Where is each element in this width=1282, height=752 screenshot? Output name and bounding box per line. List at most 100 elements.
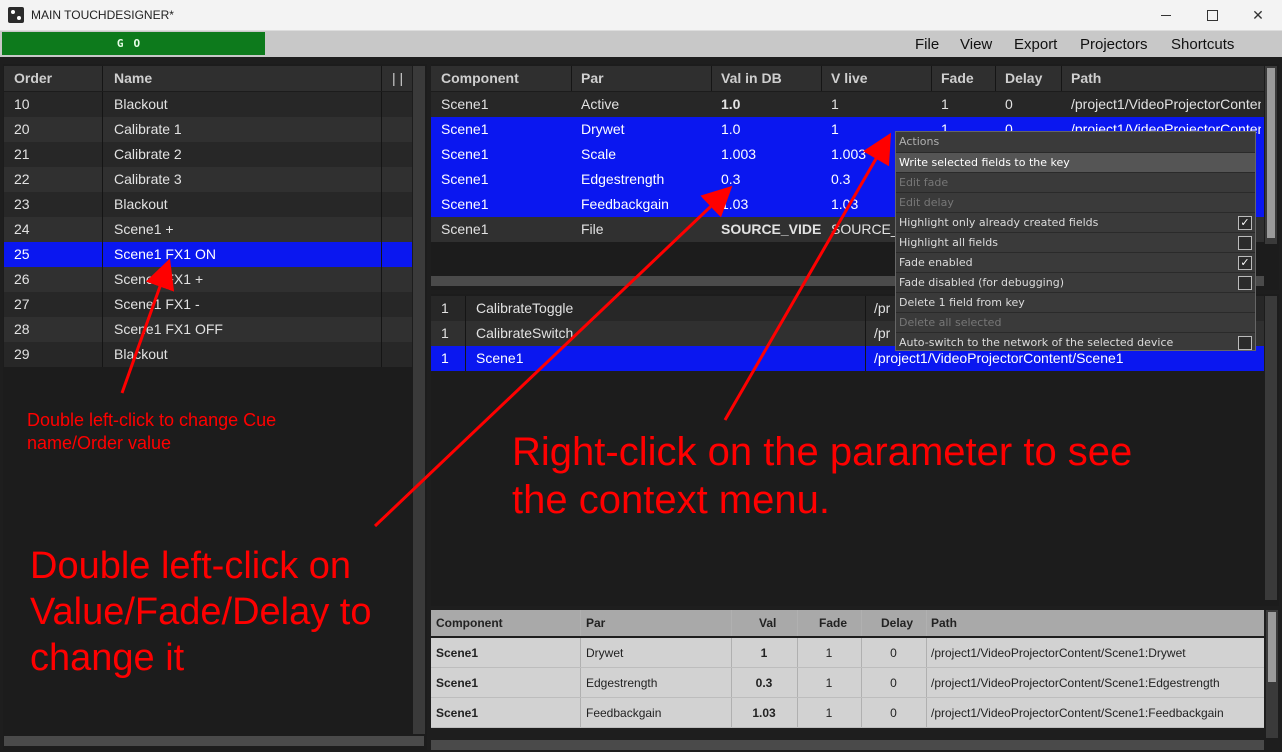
key-val[interactable]: 0.3 (731, 676, 797, 690)
cue-order[interactable]: 27 (14, 296, 30, 312)
menu-projectors[interactable]: Projectors (1080, 36, 1148, 53)
context-menu-item[interactable]: Delete 1 field from key (896, 292, 1255, 312)
col-path[interactable]: Path (1071, 70, 1101, 86)
key-row[interactable]: Scene1 Feedbackgain 1.03 1 0/project1/VideoP… (431, 698, 1264, 728)
key-fade[interactable]: 1 (797, 646, 861, 660)
param-par[interactable]: File (581, 221, 711, 237)
maximize-button[interactable] (1189, 0, 1235, 31)
checkbox-icon[interactable] (1238, 276, 1252, 290)
cue-order[interactable]: 10 (14, 96, 30, 112)
checkbox-checked-icon[interactable]: ✓ (1238, 216, 1252, 230)
param-par[interactable]: Active (581, 96, 711, 112)
device-name[interactable]: CalibrateToggle (476, 300, 573, 316)
checkbox-icon[interactable] (1238, 236, 1252, 250)
context-menu-item[interactable]: Fade enabled ✓ (896, 252, 1255, 272)
key-fade[interactable]: 1 (797, 706, 861, 720)
cue-row[interactable]: 23 Blackout (4, 192, 412, 217)
key-component[interactable]: Scene1 (436, 646, 478, 660)
key-path[interactable]: /project1/VideoProjectorContent/Scene1:D… (931, 646, 1186, 660)
checkbox-icon[interactable] (1238, 336, 1252, 350)
param-val[interactable]: 1.0 (721, 121, 821, 137)
cue-row[interactable]: 24 Scene1 + (4, 217, 412, 242)
cue-row[interactable]: 10 Blackout (4, 92, 412, 117)
cue-row[interactable]: 22 Calibrate 3 (4, 167, 412, 192)
minimize-button[interactable] (1143, 0, 1189, 31)
param-par[interactable]: Scale (581, 146, 711, 162)
param-scrollbar[interactable] (1265, 66, 1277, 244)
context-menu-item[interactable]: Fade disabled (for debugging) (896, 272, 1255, 292)
device-name[interactable]: CalibrateSwitch (476, 325, 573, 341)
col-val-in-db[interactable]: Val in DB (721, 70, 782, 86)
cue-row[interactable]: 25 Scene1 FX1 ON (4, 242, 412, 267)
key-component[interactable]: Scene1 (436, 676, 478, 690)
cue-row[interactable]: 20 Calibrate 1 (4, 117, 412, 142)
key-par[interactable]: Edgestrength (586, 676, 657, 690)
close-button[interactable]: ✕ (1235, 0, 1281, 31)
cue-name[interactable]: Calibrate 2 (114, 146, 182, 162)
cue-order[interactable]: 24 (14, 221, 30, 237)
key-delay[interactable]: 0 (861, 706, 926, 720)
cue-name[interactable]: Blackout (114, 196, 168, 212)
param-par[interactable]: Edgestrength (581, 171, 711, 187)
cue-list-h-scrollbar[interactable] (4, 736, 424, 746)
col-order[interactable]: Order (14, 70, 52, 86)
param-component[interactable]: Scene1 (441, 196, 571, 212)
col-resize-handle[interactable]: | | (392, 70, 403, 86)
key-col-path[interactable]: Path (931, 616, 957, 630)
menu-shortcuts[interactable]: Shortcuts (1171, 36, 1234, 53)
param-fade[interactable]: 1 (941, 96, 1001, 112)
col-fade[interactable]: Fade (941, 70, 974, 86)
param-val[interactable]: SOURCE_VIDEO (721, 221, 821, 237)
cue-order[interactable]: 21 (14, 146, 30, 162)
device-path[interactable]: /pr (874, 325, 890, 341)
col-delay[interactable]: Delay (1005, 70, 1042, 86)
cue-order[interactable]: 20 (14, 121, 30, 137)
param-row[interactable]: Scene1 Active 1.0 1 1 0/project1/VideoProject… (431, 92, 1264, 117)
device-path[interactable]: /pr (874, 300, 890, 316)
param-component[interactable]: Scene1 (441, 221, 571, 237)
key-path[interactable]: /project1/VideoProjectorContent/Scene1:E… (931, 676, 1220, 690)
param-vlive[interactable]: 1 (831, 96, 931, 112)
param-component[interactable]: Scene1 (441, 96, 571, 112)
key-table-scrollbar[interactable] (1266, 610, 1278, 738)
go-button[interactable]: GO (2, 32, 265, 55)
cue-order[interactable]: 25 (14, 246, 30, 262)
context-menu-item[interactable]: Write selected fields to the key (896, 152, 1255, 172)
param-component[interactable]: Scene1 (441, 146, 571, 162)
key-par[interactable]: Feedbackgain (586, 706, 661, 720)
cue-name[interactable]: Blackout (114, 96, 168, 112)
device-name[interactable]: Scene1 (476, 350, 523, 366)
param-val[interactable]: 1.003 (721, 146, 821, 162)
device-path[interactable]: /project1/VideoProjectorContent/Scene1 (874, 350, 1124, 366)
cue-order[interactable]: 22 (14, 171, 30, 187)
key-fade[interactable]: 1 (797, 676, 861, 690)
device-list-scrollbar[interactable] (1265, 296, 1277, 600)
param-path[interactable]: /project1/VideoProjectorContent (1071, 96, 1261, 112)
cue-row[interactable]: 21 Calibrate 2 (4, 142, 412, 167)
key-path[interactable]: /project1/VideoProjectorContent/Scene1:F… (931, 706, 1224, 720)
param-delay[interactable]: 0 (1005, 96, 1065, 112)
key-col-val[interactable]: Val (759, 616, 776, 630)
cue-name[interactable]: Scene1 FX1 + (114, 271, 203, 287)
cue-name[interactable]: Scene1 FX1 OFF (114, 321, 223, 337)
key-delay[interactable]: 0 (861, 646, 926, 660)
checkbox-checked-icon[interactable]: ✓ (1238, 256, 1252, 270)
key-col-delay[interactable]: Delay (881, 616, 913, 630)
key-par[interactable]: Drywet (586, 646, 623, 660)
cue-name[interactable]: Scene1 FX1 ON (114, 246, 216, 262)
cue-name[interactable]: Blackout (114, 346, 168, 362)
param-par[interactable]: Drywet (581, 121, 711, 137)
cue-order[interactable]: 23 (14, 196, 30, 212)
key-val[interactable]: 1 (731, 646, 797, 660)
param-component[interactable]: Scene1 (441, 171, 571, 187)
key-row[interactable]: Scene1 Edgestrength 0.3 1 0/project1/VideoPr… (431, 668, 1264, 698)
context-menu-item[interactable]: Highlight all fields (896, 232, 1255, 252)
param-val[interactable]: 1.0 (721, 96, 821, 112)
key-row[interactable]: Scene1 Drywet 1 1 0/project1/VideoProjectorC… (431, 638, 1264, 668)
menu-view[interactable]: View (960, 36, 992, 53)
context-menu-item[interactable]: Highlight only already created fields ✓ (896, 212, 1255, 232)
cue-row[interactable]: 28 Scene1 FX1 OFF (4, 317, 412, 342)
key-col-component[interactable]: Component (436, 616, 503, 630)
cue-order[interactable]: 26 (14, 271, 30, 287)
menu-export[interactable]: Export (1014, 36, 1057, 53)
